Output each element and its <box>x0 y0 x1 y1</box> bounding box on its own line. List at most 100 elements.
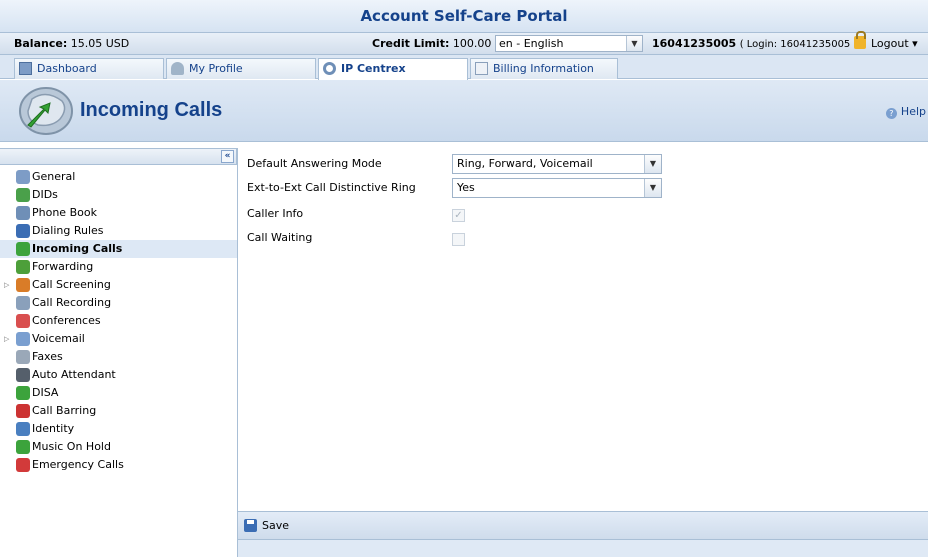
distinctive-ring-row: Ext-to-Ext Call Distinctive Ring <box>247 177 416 199</box>
distinctive-ring-value: Yes <box>457 181 475 194</box>
chevron-down-icon: ▼ <box>626 36 642 51</box>
balance-value: 15.05 USD <box>70 37 130 50</box>
sidebar-item-phone-book[interactable]: Phone Book <box>0 204 237 222</box>
forwarding-icon <box>16 260 30 274</box>
tab-ip-centrex[interactable]: IP Centrex <box>318 58 468 80</box>
sidebar-item-dids[interactable]: DIDs <box>0 186 237 204</box>
default-answering-mode-label: Default Answering Mode <box>247 157 382 170</box>
incoming-calls-icon <box>16 242 30 256</box>
sidebar-item-label: Music On Hold <box>32 440 111 453</box>
default-answering-mode-row: Default Answering Mode <box>247 153 382 175</box>
caller-info-checkbox[interactable]: ✓ <box>452 209 465 222</box>
gear-icon <box>323 62 336 75</box>
incoming-calls-icon <box>19 87 73 135</box>
logout-button[interactable]: Logout ▾ <box>854 31 918 54</box>
login-info: ( Login: 16041235005 ) <box>739 39 858 50</box>
call-barring-icon <box>16 404 30 418</box>
sidebar-item-label: Identity <box>32 422 75 435</box>
sidebar-item-label: Call Barring <box>32 404 97 417</box>
credit-label: Credit Limit: <box>372 37 450 50</box>
sidebar-item-emergency-calls[interactable]: Emergency Calls <box>0 456 237 474</box>
page-title: Incoming Calls <box>80 99 223 121</box>
music-on-hold-icon <box>16 440 30 454</box>
billing-icon <box>475 62 488 75</box>
tab-dashboard[interactable]: Dashboard <box>14 58 164 79</box>
status-bar: Balance: 15.05 USD Credit Limit: 100.00 … <box>0 31 928 55</box>
sidebar-item-identity[interactable]: Identity <box>0 420 237 438</box>
call-waiting-checkbox[interactable] <box>452 233 465 246</box>
main-tabs: Dashboard My Profile IP Centrex Billing … <box>0 55 928 80</box>
sidebar: « General DIDs Phone Book Dialing Rules Inco… <box>0 148 238 557</box>
sidebar-item-label: Forwarding <box>32 260 94 273</box>
expand-arrow-icon[interactable]: ▷ <box>4 330 9 348</box>
account-id: 16041235005 <box>652 37 737 50</box>
sidebar-item-disa[interactable]: DISA <box>0 384 237 402</box>
language-select[interactable]: en - English ▼ <box>495 35 643 52</box>
sidebar-item-label: Dialing Rules <box>32 224 104 237</box>
account-info: 16041235005 ( Login: 16041235005 ) <box>652 33 857 55</box>
chevron-down-icon: ▼ <box>644 179 661 197</box>
expand-arrow-icon[interactable]: ▷ <box>4 276 9 294</box>
sidebar-item-label: Auto Attendant <box>32 368 116 381</box>
dids-icon <box>16 188 30 202</box>
help-label: Help <box>900 105 926 118</box>
default-answering-mode-select[interactable]: Ring, Forward, Voicemail ▼ <box>452 154 662 174</box>
sidebar-item-conferences[interactable]: Conferences <box>0 312 237 330</box>
collapse-sidebar-button[interactable]: « <box>221 150 234 163</box>
default-answering-mode-value: Ring, Forward, Voicemail <box>457 157 593 170</box>
logout-label: Logout <box>871 37 909 50</box>
sidebar-item-label: Call Recording <box>32 296 112 309</box>
sidebar-item-label: DISA <box>32 386 59 399</box>
distinctive-ring-select[interactable]: Yes ▼ <box>452 178 662 198</box>
tab-my-profile[interactable]: My Profile <box>166 58 316 79</box>
distinctive-ring-label: Ext-to-Ext Call Distinctive Ring <box>247 181 416 194</box>
help-button[interactable]: ? Help <box>885 105 926 119</box>
sidebar-item-label: Conferences <box>32 314 101 327</box>
save-button[interactable]: Save <box>244 519 289 532</box>
bottom-strip <box>238 539 928 557</box>
emergency-calls-icon <box>16 458 30 472</box>
sidebar-item-auto-attendant[interactable]: Auto Attendant <box>0 366 237 384</box>
sidebar-item-call-recording[interactable]: Call Recording <box>0 294 237 312</box>
sidebar-item-label: Phone Book <box>32 206 97 219</box>
sidebar-item-label: Call Screening <box>32 278 111 291</box>
dialing-rules-icon <box>16 224 30 238</box>
tab-label: Dashboard <box>37 62 97 75</box>
sidebar-item-faxes[interactable]: Faxes <box>0 348 237 366</box>
app-title: Account Self-Care Portal <box>0 0 928 33</box>
sidebar-item-label: General <box>32 170 76 183</box>
sidebar-item-label: Emergency Calls <box>32 458 124 471</box>
disa-icon <box>16 386 30 400</box>
profile-icon <box>171 62 184 75</box>
tab-label: My Profile <box>189 62 243 75</box>
call-recording-icon <box>16 296 30 310</box>
sidebar-item-general[interactable]: General <box>0 168 237 186</box>
tab-billing-information[interactable]: Billing Information <box>470 58 618 79</box>
dashboard-icon <box>19 62 32 75</box>
sidebar-item-call-screening[interactable]: ▷ Call Screening <box>0 276 237 294</box>
sidebar-item-music-on-hold[interactable]: Music On Hold <box>0 438 237 456</box>
sidebar-item-call-barring[interactable]: Call Barring <box>0 402 237 420</box>
help-icon: ? <box>885 108 897 119</box>
sidebar-item-label: Voicemail <box>32 332 85 345</box>
sidebar-item-voicemail[interactable]: ▷ Voicemail <box>0 330 237 348</box>
sidebar-item-incoming-calls[interactable]: Incoming Calls <box>0 240 237 258</box>
fax-icon <box>16 350 30 364</box>
sidebar-item-forwarding[interactable]: Forwarding <box>0 258 237 276</box>
gear-icon <box>16 170 30 184</box>
call-waiting-label: Call Waiting <box>247 231 313 244</box>
main-content: Default Answering Mode Ring, Forward, Vo… <box>238 142 928 557</box>
caller-info-label: Caller Info <box>247 207 304 220</box>
save-icon <box>244 519 257 532</box>
sidebar-header: « <box>0 148 237 165</box>
tab-label: IP Centrex <box>341 62 406 75</box>
sidebar-item-label: Faxes <box>32 350 63 363</box>
caller-info-row: Caller Info <box>247 203 303 225</box>
footer-toolbar: Save <box>238 511 928 539</box>
sidebar-nav: General DIDs Phone Book Dialing Rules Incomi… <box>0 165 237 474</box>
balance-label: Balance: <box>14 37 68 50</box>
identity-icon <box>16 422 30 436</box>
sidebar-item-dialing-rules[interactable]: Dialing Rules <box>0 222 237 240</box>
call-waiting-row: Call Waiting <box>247 227 312 249</box>
call-screening-icon <box>16 278 30 292</box>
